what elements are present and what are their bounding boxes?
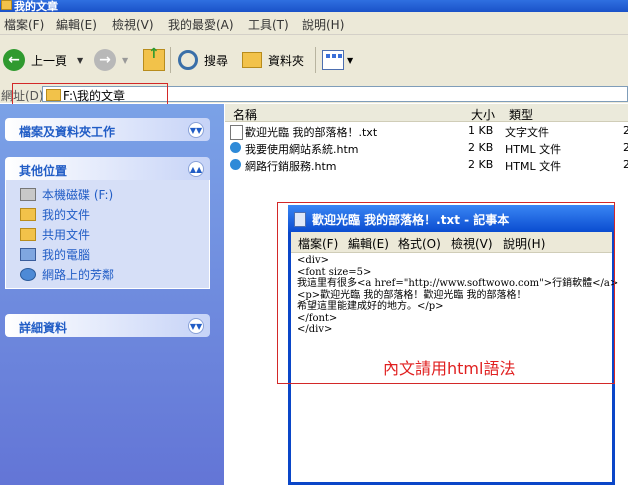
back-arrow-icon: ← [3, 49, 25, 71]
my-documents-icon [20, 207, 36, 221]
place-my-documents[interactable]: 我的文件 [6, 204, 209, 224]
file-type: HTML 文件 [505, 160, 562, 173]
column-size[interactable]: 大小 [471, 106, 495, 123]
place-my-computer[interactable]: 我的電腦 [6, 244, 209, 264]
file-date-fragment: 2 [623, 124, 628, 137]
html-file-icon [230, 142, 241, 153]
toolbar-separator [315, 47, 316, 73]
place-label: 網路上的芳鄰 [42, 267, 115, 282]
place-label: 共用文件 [42, 227, 91, 242]
file-name: 歡迎光臨 我的部落格！.txt [245, 126, 378, 139]
back-label: 上一頁 [31, 53, 68, 68]
search-label: 搜尋 [204, 53, 229, 68]
menu-favorites[interactable]: 我的最愛(A) [168, 16, 234, 33]
file-type: 文字文件 [505, 126, 549, 139]
file-date-fragment: 2 [623, 158, 628, 171]
search-button[interactable]: 搜尋 [178, 45, 228, 75]
expand-chevron-icon[interactable]: ▼▼ [188, 122, 204, 138]
views-button[interactable]: ▼ [322, 45, 353, 75]
details-header[interactable]: 詳細資料 ▼▼ [5, 314, 210, 337]
text-file-icon [230, 125, 243, 140]
back-dropdown-icon[interactable]: ▼ [77, 56, 83, 65]
menu-edit[interactable]: 編輯(E) [56, 16, 97, 33]
place-label: 我的電腦 [42, 247, 91, 262]
forward-dropdown-icon[interactable]: ▼ [122, 56, 128, 65]
place-shared-documents[interactable]: 共用文件 [6, 224, 209, 244]
other-places-header[interactable]: 其他位置 ▲▲ [5, 157, 210, 180]
notepad-highlight-box [277, 202, 615, 384]
network-icon [20, 267, 36, 281]
explorer-title-bar: 我的文章 [0, 0, 628, 13]
computer-icon [20, 247, 36, 261]
forward-arrow-icon: → [94, 49, 116, 71]
details-title: 詳細資料 [19, 321, 68, 335]
menu-help[interactable]: 說明(H) [302, 16, 344, 33]
drive-icon [20, 187, 36, 201]
other-places-panel: 其他位置 ▲▲ 本機磁碟 (F:) 我的文件 共用文件 我的電腦 網路上的芳鄰 [5, 157, 210, 289]
shared-folder-icon [20, 227, 36, 241]
collapse-chevron-icon[interactable]: ▲▲ [188, 161, 204, 177]
file-row[interactable]: 我要使用網站系統.htm 2 KB HTML 文件 2 [225, 140, 628, 157]
file-row[interactable]: 歡迎光臨 我的部落格！.txt 1 KB 文字文件 2 [225, 123, 628, 140]
column-type[interactable]: 類型 [509, 106, 533, 123]
up-folder-button[interactable]: ↑ [143, 45, 165, 75]
file-tasks-panel: 檔案及資料夾工作 ▼▼ [5, 118, 210, 141]
up-folder-icon: ↑ [143, 46, 165, 71]
expand-chevron-icon[interactable]: ▼▼ [188, 318, 204, 334]
menu-view[interactable]: 檢視(V) [112, 16, 154, 33]
folders-button[interactable]: 資料夾 [242, 45, 304, 75]
column-header: 名稱 大小 類型 [225, 104, 628, 122]
file-tasks-title: 檔案及資料夾工作 [19, 125, 116, 139]
place-label: 我的文件 [42, 207, 91, 222]
column-name[interactable]: 名稱 [233, 106, 257, 123]
file-name: 我要使用網站系統.htm [245, 143, 359, 156]
file-row[interactable]: 網路行銷服務.htm 2 KB HTML 文件 2 [225, 157, 628, 174]
views-dropdown-icon: ▼ [347, 55, 354, 65]
toolbar-separator [170, 47, 171, 73]
file-date-fragment: 2 [623, 141, 628, 154]
back-button[interactable]: ← 上一頁 ▼ [3, 45, 83, 75]
task-pane: 檔案及資料夾工作 ▼▼ 其他位置 ▲▲ 本機磁碟 (F:) 我的文件 共用文件 [0, 104, 224, 485]
place-network[interactable]: 網路上的芳鄰 [6, 264, 209, 284]
file-tasks-header[interactable]: 檔案及資料夾工作 ▼▼ [5, 118, 210, 141]
menu-file[interactable]: 檔案(F) [4, 16, 44, 33]
folders-icon [242, 52, 262, 68]
menu-bar: 檔案(F) 編輯(E) 檢視(V) 我的最愛(A) 工具(T) 說明(H) [0, 12, 628, 35]
html-file-icon [230, 159, 241, 170]
other-places-body: 本機磁碟 (F:) 我的文件 共用文件 我的電腦 網路上的芳鄰 [5, 180, 210, 289]
file-name: 網路行銷服務.htm [245, 160, 337, 173]
place-label: 本機磁碟 (F:) [42, 187, 114, 202]
other-places-title: 其他位置 [19, 164, 68, 178]
folder-icon [1, 0, 12, 10]
search-icon [178, 50, 198, 70]
file-size: 2 KB [468, 158, 494, 171]
file-type: HTML 文件 [505, 143, 562, 156]
views-icon [322, 50, 344, 70]
menu-tools[interactable]: 工具(T) [248, 16, 289, 33]
toolbar: ← 上一頁 ▼ → ▼ ↑ 搜尋 資料夾 ▼ [0, 35, 628, 86]
place-local-disk[interactable]: 本機磁碟 (F:) [6, 184, 209, 204]
forward-button[interactable]: → ▼ [94, 45, 128, 75]
details-panel: 詳細資料 ▼▼ [5, 314, 210, 337]
folders-label: 資料夾 [268, 53, 305, 68]
file-size: 2 KB [468, 141, 494, 154]
file-size: 1 KB [468, 124, 494, 137]
